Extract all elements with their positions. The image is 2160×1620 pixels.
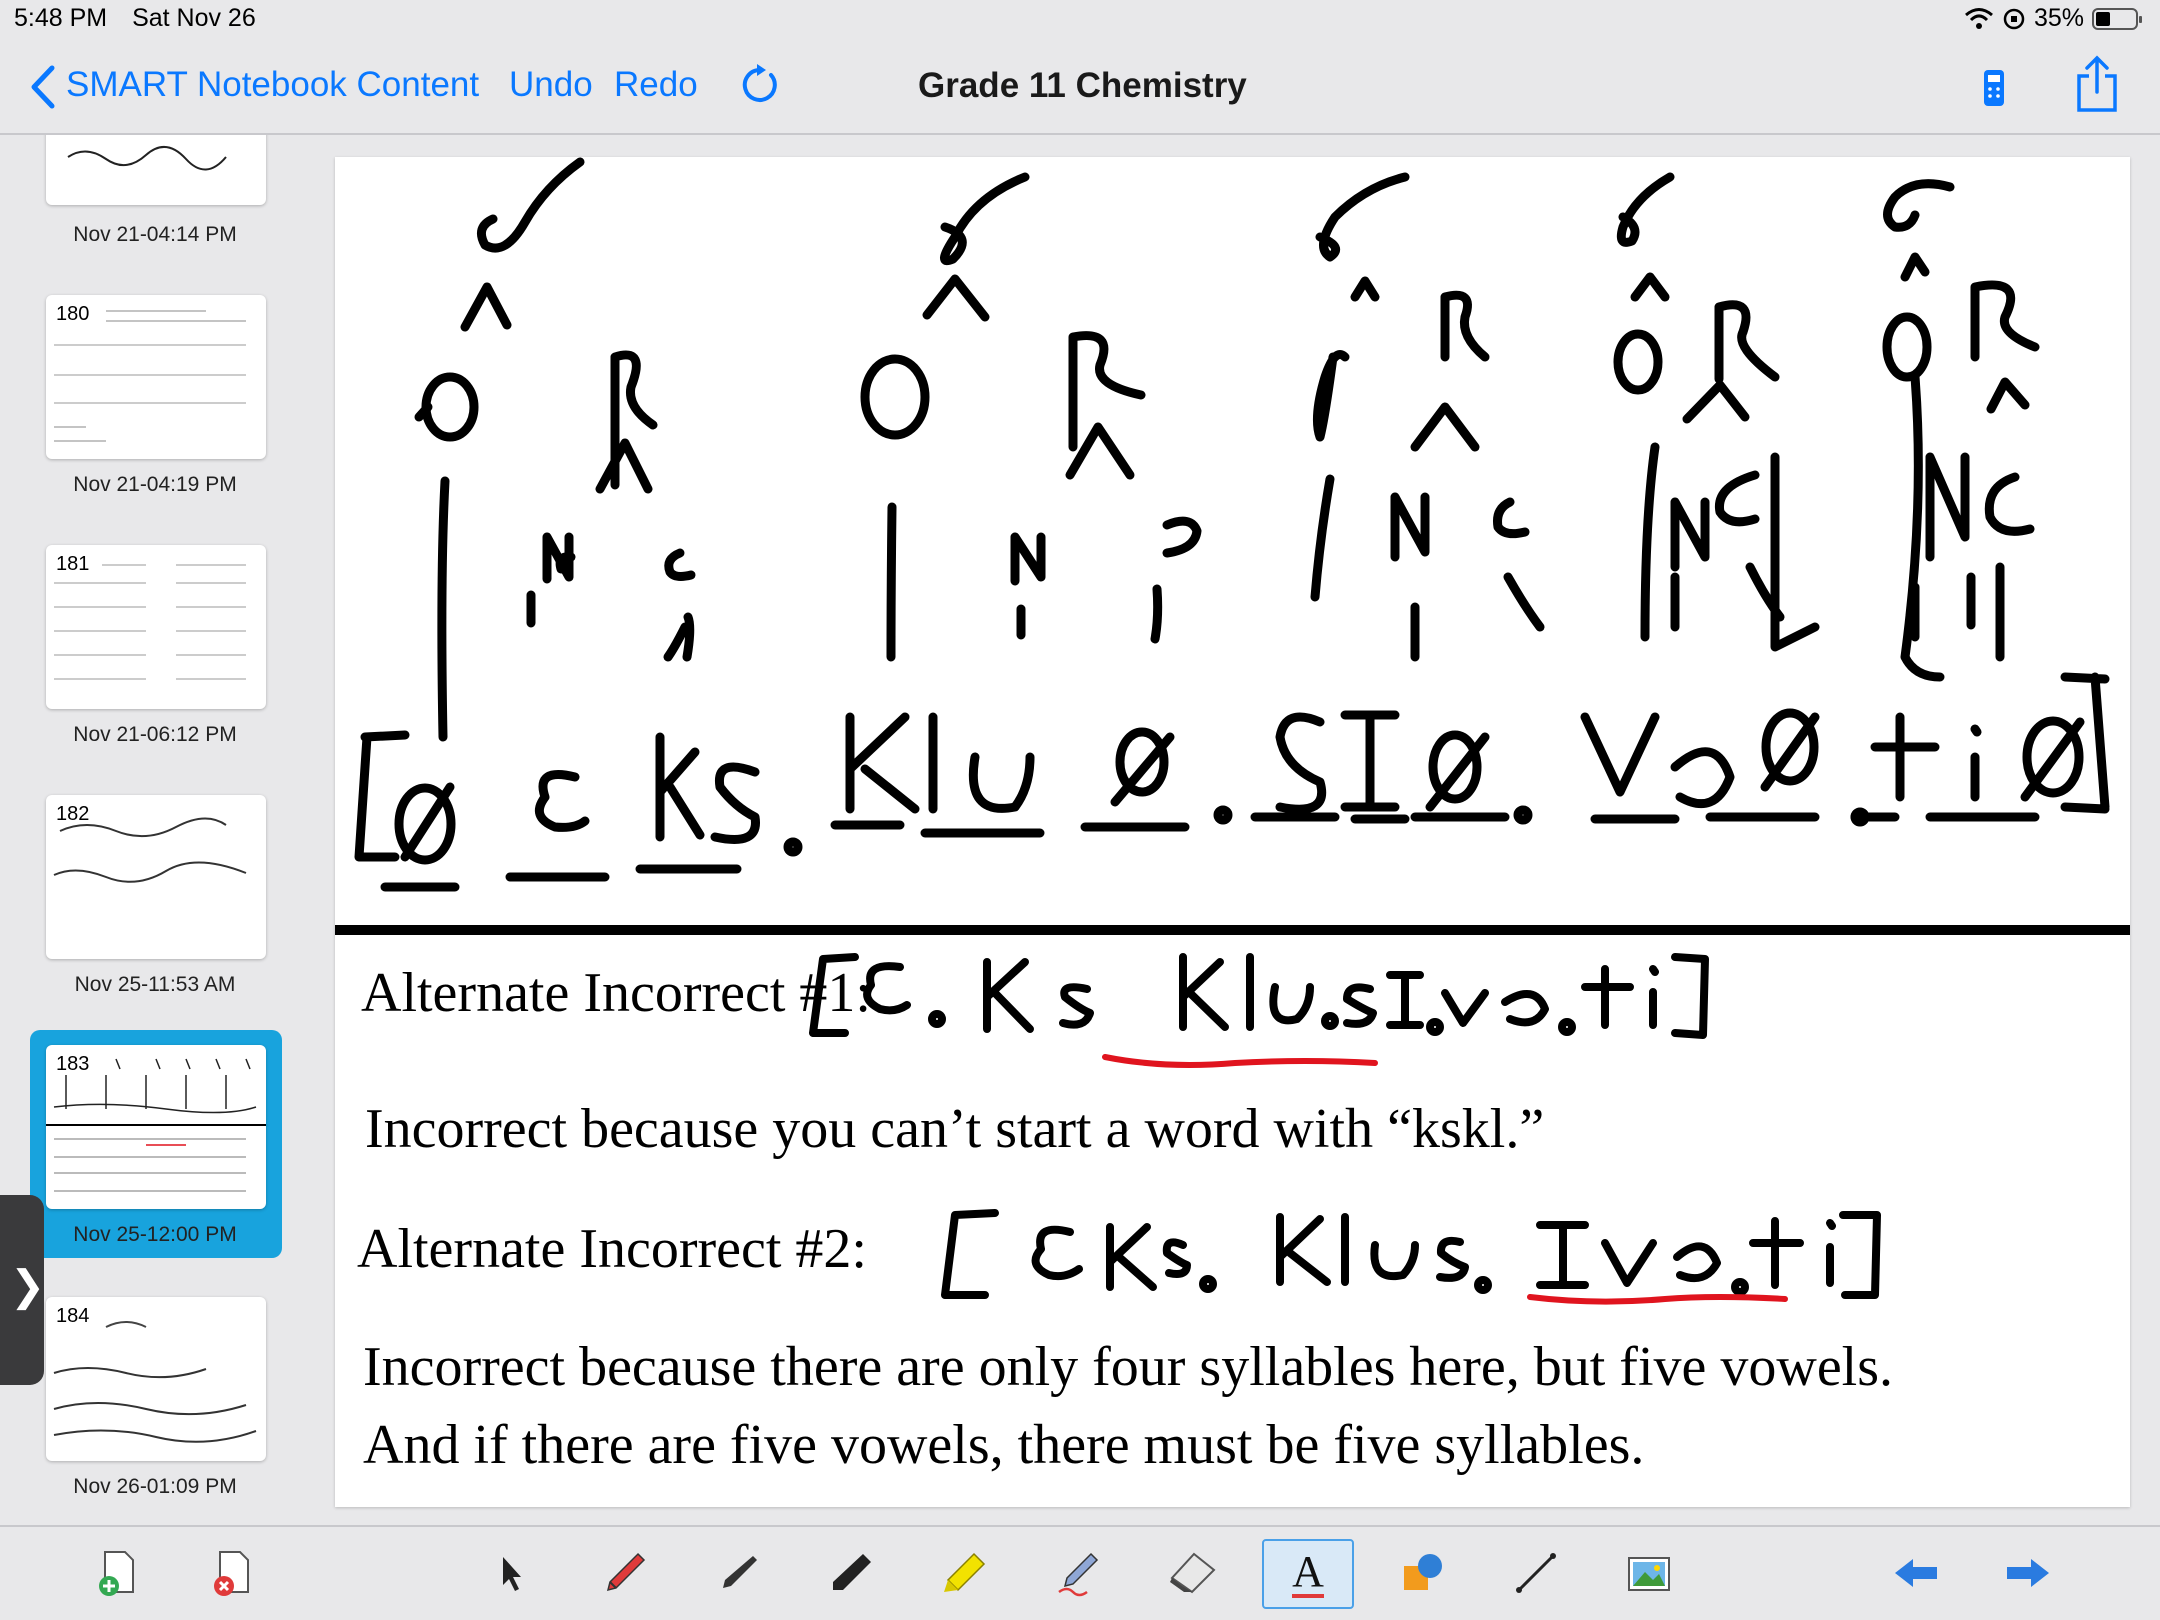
select-icon[interactable] — [483, 1545, 539, 1601]
nav-bar: SMART Notebook Content Undo Redo Grade 1… — [0, 40, 2160, 135]
gallery-icon[interactable] — [1620, 1545, 1676, 1601]
alternate-2-label: Alternate Incorrect #2: — [357, 1218, 867, 1280]
text-tool-glyph: A — [1292, 1547, 1324, 1598]
thumbnail-date: Nov 21-04:19 PM — [73, 473, 237, 496]
next-page-icon[interactable] — [2000, 1545, 2056, 1601]
alternate-1-label: Alternate Incorrect #1: — [361, 962, 871, 1024]
page-thumbnail[interactable]: 181 — [46, 545, 266, 709]
page-number: 184 — [56, 1305, 90, 1327]
creative-pen-icon[interactable] — [1050, 1545, 1106, 1601]
battery-icon — [2092, 7, 2142, 30]
status-bar: 5:48 PM Sat Nov 26 35% — [0, 0, 2160, 40]
calculator-icon[interactable] — [1982, 68, 2006, 108]
highlighter-icon[interactable] — [935, 1545, 991, 1601]
page-number: 182 — [56, 803, 90, 825]
line-icon[interactable] — [1508, 1545, 1564, 1601]
pen-icon[interactable] — [597, 1545, 653, 1601]
redo-button[interactable]: Redo — [614, 65, 698, 105]
status-date: Sat Nov 26 — [132, 4, 256, 32]
bottom-toolbar: A — [0, 1525, 2160, 1620]
page-thumbnail[interactable]: 180 — [46, 295, 266, 459]
page-sorter: Nov 21-04:14 PM 180 Nov 21-04:19 PM 181 — [0, 135, 320, 1525]
notebook-page[interactable]: Alternate Incorrect #1: Incorrect becaus… — [335, 157, 2130, 1507]
orientation-lock-icon — [2003, 8, 2025, 29]
undo-button[interactable]: Undo — [509, 65, 593, 105]
alternate-2-reason-line1: Incorrect because there are only four sy… — [363, 1336, 1894, 1398]
page-number: 180 — [56, 303, 90, 325]
refresh-icon[interactable] — [737, 63, 781, 107]
page-thumbnail[interactable]: 184 — [46, 1297, 266, 1461]
thumbnail-preview — [67, 146, 227, 171]
alternate-1-reason: Incorrect because you can’t start a word… — [365, 1098, 1545, 1160]
alternate-1-red-underline — [1102, 1054, 1378, 1068]
page-number: 181 — [56, 553, 90, 575]
sidebar-toggle-handle[interactable]: ❯ — [0, 1195, 46, 1385]
page-thumbnail[interactable]: 182 — [46, 795, 266, 959]
document-title: Grade 11 Chemistry — [918, 66, 1247, 105]
alternate-2-reason-line2: And if there are five vowels, there must… — [363, 1414, 1645, 1476]
add-page-icon[interactable] — [90, 1545, 146, 1601]
page-thumbnail[interactable] — [46, 135, 266, 205]
page-thumbnail-selected[interactable]: 183 — [46, 1045, 266, 1209]
chevron-right-icon: ❯ — [10, 1262, 46, 1309]
thumbnail-date: Nov 25-12:00 PM — [73, 1223, 237, 1246]
section-divider — [335, 925, 2130, 935]
calligraphic-pen-icon[interactable] — [710, 1545, 766, 1601]
syllable-tree-handwriting — [354, 157, 2110, 892]
previous-page-icon[interactable] — [1888, 1545, 1944, 1601]
delete-page-icon[interactable] — [205, 1545, 261, 1601]
status-time: 5:48 PM — [14, 4, 108, 32]
wifi-icon — [1964, 7, 1993, 29]
thumbnail-date: Nov 21-04:14 PM — [73, 223, 237, 246]
back-chevron-icon[interactable] — [24, 62, 60, 112]
thumbnail-date: Nov 25-11:53 AM — [74, 973, 236, 996]
thumbnail-date: Nov 26-01:09 PM — [73, 1475, 237, 1498]
battery-percent: 35% — [2033, 4, 2084, 32]
marker-icon[interactable] — [822, 1545, 878, 1601]
eraser-icon[interactable] — [1163, 1545, 1219, 1601]
text-icon[interactable]: A — [1262, 1539, 1354, 1609]
share-icon[interactable] — [2075, 54, 2119, 114]
shapes-icon[interactable] — [1395, 1545, 1451, 1601]
thumbnail-date: Nov 21-06:12 PM — [73, 723, 237, 746]
page-number: 183 — [56, 1053, 90, 1075]
back-button[interactable]: SMART Notebook Content — [66, 65, 479, 105]
alternate-2-red-underline — [1527, 1294, 1788, 1305]
